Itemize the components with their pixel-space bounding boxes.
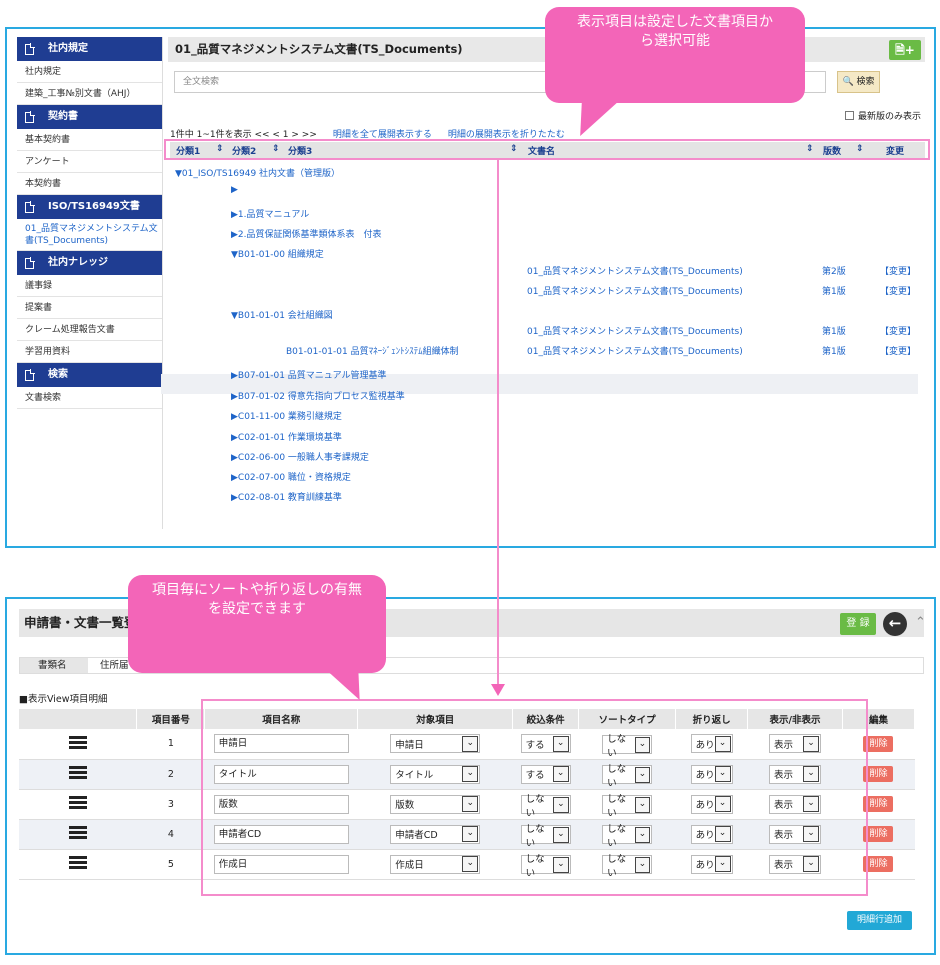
tree-node[interactable]: ▼B01-01-01 会社組織図	[231, 308, 333, 321]
tree-node[interactable]: ▶C02-01-01 作業環境基準	[231, 430, 342, 443]
row-drag-cell	[19, 759, 137, 790]
tree-node[interactable]: ▶C01-11-00 業務引継規定	[231, 409, 342, 422]
callout-bottom: 項目毎にソートや折り返しの有無を設定できます	[128, 575, 386, 673]
document-icon	[25, 200, 35, 213]
doc-name-link[interactable]: 01_品質マネジメントシステム文書(TS_Documents)	[527, 284, 743, 297]
doc-version: 第1版	[822, 347, 846, 357]
change-link[interactable]: 【変更】	[880, 284, 916, 297]
drag-handle-icon[interactable]	[68, 766, 87, 779]
sidebar-item[interactable]: 本契約書	[17, 173, 162, 195]
doc-version: 第1版	[822, 287, 846, 297]
row-number: 3	[136, 789, 205, 820]
sidebar-item-active[interactable]: 01_品質マネジメントシステム文書(TS_Documents)	[17, 219, 162, 251]
row-number: 1	[136, 729, 205, 760]
sidebar-item[interactable]: 文書検索	[17, 387, 162, 409]
sidebar-item[interactable]: アンケート	[17, 151, 162, 173]
row-number: 5	[136, 849, 205, 880]
sidebar-item[interactable]: 議事録	[17, 275, 162, 297]
doc-version: 第1版	[822, 327, 846, 337]
document-icon	[25, 256, 35, 269]
doc-version: 第2版	[822, 267, 846, 277]
drag-handle-icon[interactable]	[68, 856, 87, 869]
document-icon	[25, 42, 35, 55]
highlight-frame	[201, 699, 868, 896]
back-arrow-icon[interactable]: ←	[883, 612, 907, 636]
doc-type-value: 住所届	[100, 660, 129, 671]
document-icon	[25, 368, 35, 381]
sidebar-item[interactable]: 基本契約書	[17, 129, 162, 151]
checkbox-box[interactable]	[844, 111, 854, 120]
row-drag-cell	[19, 849, 137, 880]
tree-node[interactable]: ▶C02-06-00 一般職人事考課規定	[231, 450, 369, 463]
sidebar-header[interactable]: 検索	[17, 363, 162, 387]
document-add-icon: 🗎+	[895, 43, 915, 57]
tree-node[interactable]: ▶C02-07-00 職位・資格規定	[231, 470, 351, 483]
add-document-button[interactable]: 🗎+	[889, 40, 921, 60]
drag-handle-icon[interactable]	[68, 796, 87, 809]
sidebar-item[interactable]: 社内規定	[17, 61, 162, 83]
connector-line	[497, 160, 499, 690]
change-link[interactable]: 【変更】	[880, 324, 916, 337]
drag-handle-icon[interactable]	[68, 735, 87, 749]
doc-name-link[interactable]: 01_品質マネジメントシステム文書(TS_Documents)	[527, 324, 743, 337]
document-list-screen: 社内規定 社内規定 建築_工事№別文書（AHJ） 契約書 基本契約書 アンケート…	[5, 27, 936, 548]
row-drag-cell	[19, 819, 137, 850]
doc-name-link[interactable]: 01_品質マネジメントシステム文書(TS_Documents)	[527, 344, 743, 357]
document-icon	[25, 110, 35, 123]
sidebar-item[interactable]: 学習用資料	[17, 341, 162, 363]
col-no: 項目番号	[136, 709, 206, 729]
callout-top: 表示項目は設定した文書項目から選択可能	[545, 7, 805, 103]
sidebar-header[interactable]: 契約書	[17, 105, 162, 129]
tree-node[interactable]: ▼01_ISO/TS16949 社内文書（管理版）	[175, 166, 340, 179]
tree-node[interactable]: ▶C02-08-01 教育訓練基準	[231, 490, 342, 503]
tree-node[interactable]: B01-01-01-01 品質ﾏﾈｰｼﾞｪﾝﾄｼｽﾃﾑ組織体制	[286, 344, 459, 357]
col-handle	[19, 709, 138, 729]
sidebar-header[interactable]: 社内ナレッジ	[17, 251, 162, 275]
doc-name-link[interactable]: 01_品質マネジメントシステム文書(TS_Documents)	[527, 264, 743, 277]
sidebar: 社内規定 社内規定 建築_工事№別文書（AHJ） 契約書 基本契約書 アンケート…	[17, 37, 163, 529]
highlight-frame	[164, 139, 930, 160]
row-number: 4	[136, 819, 205, 850]
tree-node[interactable]: ▶2.品質保証関係基準類体系表 付表	[231, 227, 382, 240]
sidebar-item[interactable]: 提案書	[17, 297, 162, 319]
search-icon: 🔍	[842, 77, 854, 87]
section-label: ■表示View項目明細	[19, 694, 108, 705]
chevron-up-icon[interactable]: ⌃	[915, 615, 926, 630]
row-drag-cell	[19, 729, 137, 760]
register-button[interactable]: 登 録	[840, 613, 876, 635]
add-row-button[interactable]: 明細行追加	[847, 911, 912, 930]
latest-only-checkbox[interactable]: 最新版のみ表示	[844, 109, 921, 122]
arrow-down-icon	[491, 684, 505, 696]
tree-node[interactable]: ▶1.品質マニュアル	[231, 207, 309, 220]
tree-node[interactable]: ▶B07-01-01 品質マニュアル管理基準	[231, 368, 387, 381]
tree-node[interactable]: ▶B07-01-02 得意先指向プロセス監視基準	[231, 389, 405, 402]
sidebar-header[interactable]: ISO/TS16949文書	[17, 195, 162, 219]
tree-node[interactable]: ▼B01-01-00 組織規定	[231, 247, 324, 260]
sidebar-header[interactable]: 社内規定	[17, 37, 162, 61]
row-number: 2	[136, 759, 205, 790]
drag-handle-icon[interactable]	[68, 826, 87, 839]
tree-node[interactable]: ▶	[231, 185, 238, 195]
search-button[interactable]: 🔍 検索	[837, 71, 880, 93]
row-drag-cell	[19, 789, 137, 820]
sidebar-item[interactable]: クレーム処理報告文書	[17, 319, 162, 341]
doc-type-label: 書類名	[20, 658, 88, 673]
change-link[interactable]: 【変更】	[880, 344, 916, 357]
sidebar-item[interactable]: 建築_工事№別文書（AHJ）	[17, 83, 162, 105]
change-link[interactable]: 【変更】	[880, 264, 916, 277]
